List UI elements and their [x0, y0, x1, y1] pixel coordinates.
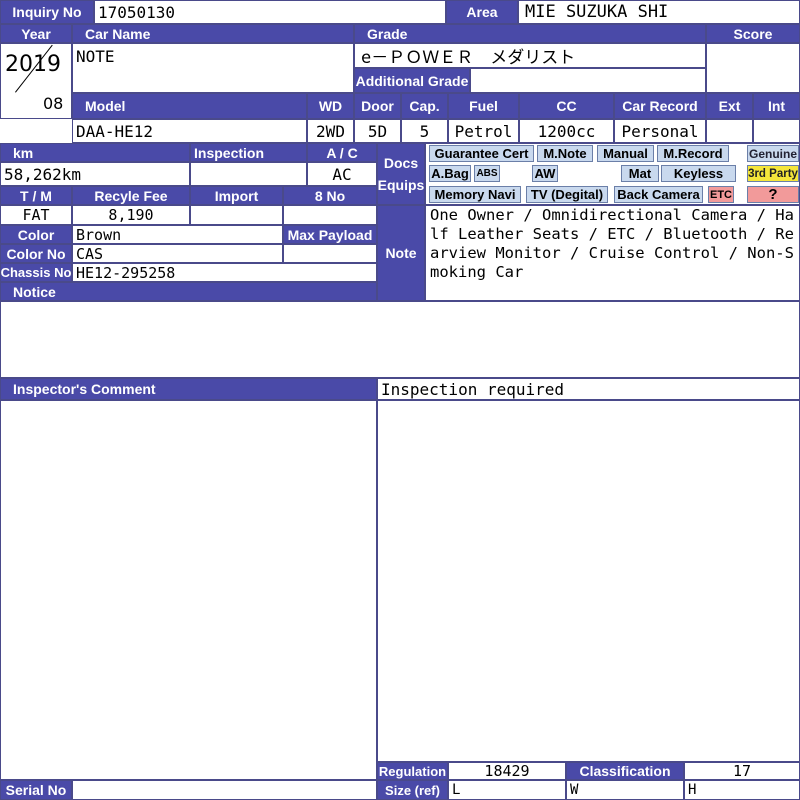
ac-value: AC [307, 162, 377, 186]
additional-grade-value [470, 68, 706, 93]
note-label: Note [377, 205, 425, 301]
recycle-label: Recyle Fee [72, 186, 190, 205]
year-value: 2019 [5, 52, 61, 77]
tag-memory-navi: Memory Navi [429, 186, 521, 203]
tag-unknown: ? [747, 186, 799, 203]
color-no-value: CAS [72, 244, 283, 263]
inspector-label: Inspector's Comment [0, 378, 377, 400]
car-name-value: NOTE [72, 43, 354, 93]
classification-value: 17 [684, 762, 800, 780]
tag-tv-degital: TV (Degital) [526, 186, 608, 203]
tag-abs: ABS [474, 165, 500, 182]
cap-value: 5 [401, 119, 448, 143]
size-l: L [448, 780, 566, 800]
car-record-label: Car Record [614, 93, 706, 119]
notice-area [0, 301, 800, 378]
cc-value: 1200cc [519, 119, 614, 143]
km-value: 58,262km [0, 162, 190, 186]
chassis-label: Chassis No [0, 263, 72, 282]
door-value: 5D [354, 119, 401, 143]
tag-3rd-party: 3rd Party [747, 165, 799, 182]
docs-label: Docs [383, 155, 419, 171]
fuel-label: Fuel [448, 93, 519, 119]
serial-value [72, 780, 377, 800]
docs-equips-label: Docs Equips [377, 143, 425, 205]
max-payload-value [283, 244, 377, 263]
import-value [190, 205, 283, 225]
tag-m-note: M.Note [537, 145, 593, 162]
fuel-value: Petrol [448, 119, 519, 143]
car-record-value: Personal [614, 119, 706, 143]
inspector-right-area [377, 400, 800, 762]
area-value: MIE SUZUKA SHI [518, 0, 800, 24]
tag-m-record: M.Record [657, 145, 729, 162]
tag-keyless: Keyless [661, 165, 736, 182]
note-text: One Owner / Omnidirectional Camera / Hal… [430, 206, 794, 281]
color-value: Brown [72, 225, 283, 244]
year-label: Year [0, 24, 72, 43]
equips-label: Equips [377, 177, 425, 193]
tm-label: T / M [0, 186, 72, 205]
regulation-label: Regulation [377, 762, 448, 780]
additional-grade-label: Additional Grade [354, 68, 470, 93]
car-name-label: Car Name [72, 24, 354, 43]
tag-back-camera: Back Camera [614, 186, 703, 203]
import-label: Import [190, 186, 283, 205]
ac-label: A / C [307, 143, 377, 162]
tag-aw: AW [532, 165, 558, 182]
tag-genuine: Genuine [747, 145, 799, 162]
ext-value [706, 119, 753, 143]
tag-guarantee-cert: Guarantee Cert [429, 145, 534, 162]
inquiry-label: Inquiry No [0, 0, 94, 24]
inspection-label: Inspection [190, 143, 307, 162]
size-w: W [566, 780, 684, 800]
cap-label: Cap. [401, 93, 448, 119]
int-label: Int [753, 93, 800, 119]
model-value: DAA-HE12 [72, 119, 307, 143]
eight-no-label: 8 No [283, 186, 377, 205]
int-value [753, 119, 800, 143]
door-label: Door [354, 93, 401, 119]
chassis-value: HE12-295258 [72, 263, 377, 282]
model-label: Model [72, 93, 307, 119]
color-no-label: Color No [0, 244, 72, 263]
max-payload-label: Max Payload [283, 225, 377, 244]
inspector-value: Inspection required [377, 378, 800, 400]
year-month: 08 [43, 94, 64, 113]
color-label: Color [0, 225, 72, 244]
notice-label: Notice [0, 282, 377, 301]
recycle-value: 8,190 [72, 205, 190, 225]
inspection-value [190, 162, 307, 186]
score-value [706, 43, 800, 93]
tag-etc: ETC [708, 186, 734, 203]
inspector-left-area [0, 400, 377, 780]
tag-mat: Mat [621, 165, 659, 182]
size-h: H [684, 780, 800, 800]
grade-label: Grade [354, 24, 706, 43]
tm-value: FAT [0, 205, 72, 225]
area-label: Area [446, 0, 518, 24]
eight-no-value [283, 205, 377, 225]
cc-label: CC [519, 93, 614, 119]
inquiry-value: 17050130 [94, 0, 446, 24]
serial-label: Serial No [0, 780, 72, 800]
score-label: Score [706, 24, 800, 43]
grade-value: e－ＰＯＷＥＲ メダリスト [354, 43, 706, 68]
km-label: km [0, 143, 190, 162]
tag-manual: Manual [597, 145, 654, 162]
classification-label: Classification [566, 762, 684, 780]
wd-value: 2WD [307, 119, 354, 143]
size-label: Size (ref) [377, 780, 448, 800]
tag-a-bag: A.Bag [429, 165, 471, 182]
regulation-value: 18429 [448, 762, 566, 780]
ext-label: Ext [706, 93, 753, 119]
wd-label: WD [307, 93, 354, 119]
